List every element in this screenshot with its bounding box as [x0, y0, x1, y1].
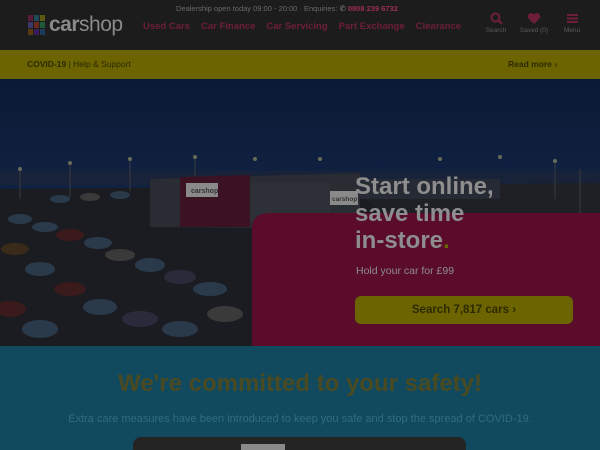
hero-subtitle: Hold your car for £99 [356, 265, 455, 277]
site-header: carshop Dealership open today 09:00 - 20… [0, 0, 600, 50]
safety-heading: We're committed to your safety! [117, 370, 482, 397]
nav-clearance[interactable]: Clearance [416, 21, 461, 32]
search-button[interactable]: Search [477, 12, 515, 34]
main-nav: Used Cars Car Finance Car Servicing Part… [143, 21, 461, 32]
search-label: Search [485, 27, 507, 34]
covid-help-link[interactable]: COVID-19 | Help & Support [27, 59, 131, 69]
menu-label: Menu [563, 27, 581, 34]
safety-image-card [241, 444, 285, 450]
logo-text: carshop [49, 13, 123, 36]
safety-text: Extra care measures have been introduced… [68, 413, 532, 425]
saved-label: Saved (0) [519, 27, 549, 34]
menu-button[interactable]: Menu [553, 12, 591, 34]
safety-image [133, 437, 466, 450]
logo-grid-icon [28, 15, 45, 35]
covid-banner: COVID-19 | Help & Support Read more › [0, 50, 600, 79]
chevron-right-icon: › [554, 59, 558, 69]
read-more-link[interactable]: Read more › [508, 59, 557, 69]
carshop-logo[interactable]: carshop [28, 13, 123, 37]
opening-hours: Dealership open today 09:00 - 20:00 · En… [176, 4, 398, 13]
heart-icon [527, 13, 541, 24]
nav-used-cars[interactable]: Used Cars [143, 21, 190, 32]
hero-title: Start online, save time in-store. [355, 173, 494, 254]
chevron-right-icon: › [512, 304, 517, 316]
menu-icon [566, 14, 578, 23]
saved-button[interactable]: Saved (0) [515, 12, 553, 34]
search-icon [490, 12, 503, 25]
phone-number[interactable]: 0808 239 6732 [348, 4, 398, 13]
safety-section: We're committed to your safety! Extra ca… [0, 346, 600, 450]
search-cars-button[interactable]: Search 7,817 cars › [355, 296, 573, 324]
nav-part-exchange[interactable]: Part Exchange [339, 21, 405, 32]
nav-car-servicing[interactable]: Car Servicing [266, 21, 327, 32]
nav-car-finance[interactable]: Car Finance [201, 21, 255, 32]
phone-icon: ✆ [339, 4, 346, 13]
header-actions: Search Saved (0) Menu [477, 12, 591, 34]
